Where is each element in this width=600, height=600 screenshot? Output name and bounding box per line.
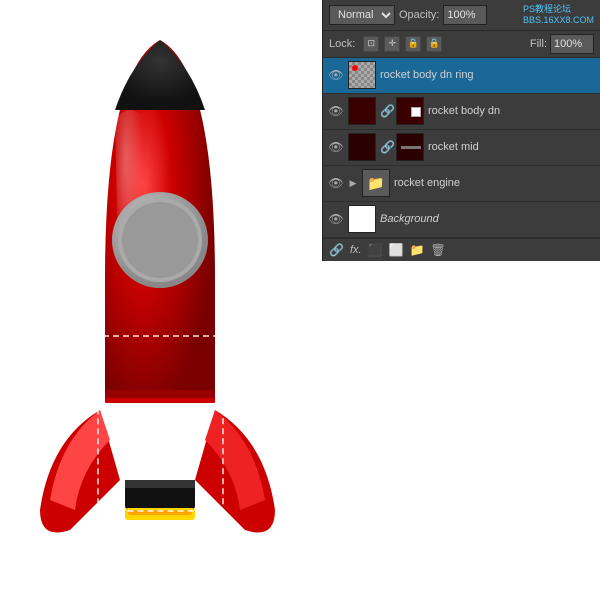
lock-art-btn[interactable]: 🔒 (426, 36, 442, 52)
layer-name-4: rocket engine (394, 177, 595, 189)
layer-eye-5[interactable]: 👁 (328, 211, 344, 227)
layer-thumb2-2 (396, 97, 424, 125)
lock-bar: Lock: ⊡ ✛ 🔒 🔒 Fill: (323, 31, 600, 58)
layer-chain-2: 🔗 (380, 104, 392, 118)
layer-name-1: rocket body dn ring (380, 69, 595, 81)
layer-thumb2-3 (396, 133, 424, 161)
layer-thumb-2 (348, 97, 376, 125)
lock-label: Lock: (329, 38, 355, 50)
layer-thumb-3 (348, 133, 376, 161)
layer-rocket-body-dn[interactable]: 👁 🔗 rocket body dn (323, 94, 600, 130)
opacity-label: Opacity: (399, 9, 439, 21)
mask-icon[interactable]: ⬜ (389, 243, 404, 257)
layer-name-2: rocket body dn (428, 105, 595, 117)
layer-name-5: Background (380, 213, 595, 225)
adjustment-icon[interactable]: ⬛ (368, 243, 383, 257)
layer-eye-1[interactable]: 👁 (328, 67, 344, 83)
rocket-container (30, 20, 290, 590)
trash-icon[interactable]: 🗑 (430, 243, 445, 257)
opacity-input[interactable] (443, 5, 487, 25)
layer-thumb-1 (348, 61, 376, 89)
layer-thumb-5 (348, 205, 376, 233)
layer-eye-3[interactable]: 👁 (328, 139, 344, 155)
fill-area: Fill: (530, 34, 594, 54)
blend-mode-select[interactable]: Normal (329, 5, 395, 25)
layer-rocket-body-dn-ring[interactable]: 👁 rocket body dn ring (323, 58, 600, 94)
layer-chain-3: 🔗 (380, 140, 392, 154)
layer-eye-2[interactable]: 👁 (328, 103, 344, 119)
layers-panel: Normal Opacity: PS教程论坛BBS.16XX8.COM Lock… (322, 0, 600, 261)
lock-all-btn[interactable]: 🔒 (405, 36, 421, 52)
layer-expand-arrow[interactable]: ▶ (348, 178, 358, 188)
lock-move-btn[interactable]: ✛ (384, 36, 400, 52)
layer-rocket-engine[interactable]: 👁 ▶ 📁 rocket engine (323, 166, 600, 202)
topbar: Normal Opacity: PS教程论坛BBS.16XX8.COM (323, 0, 600, 31)
website-text: PS教程论坛BBS.16XX8.COM (523, 4, 594, 26)
layers-list: 👁 rocket body dn ring 👁 🔗 rocket body dn… (323, 58, 600, 238)
layer-rocket-mid[interactable]: 👁 🔗 rocket mid (323, 130, 600, 166)
lock-pixel-btn[interactable]: ⊡ (363, 36, 379, 52)
panel-bottom: 🔗 fx. ⬛ ⬜ 📁 🗑 (323, 238, 600, 261)
layer-background[interactable]: 👁 Background (323, 202, 600, 238)
fx-icon[interactable]: fx. (350, 244, 362, 256)
layer-name-3: rocket mid (428, 141, 595, 153)
layer-thumb-4: 📁 (362, 169, 390, 197)
fill-input[interactable] (550, 34, 594, 54)
folder-icon[interactable]: 📁 (409, 243, 424, 257)
layer-eye-4[interactable]: 👁 (328, 175, 344, 191)
link-icon[interactable]: 🔗 (329, 243, 344, 257)
fill-label: Fill: (530, 38, 547, 50)
